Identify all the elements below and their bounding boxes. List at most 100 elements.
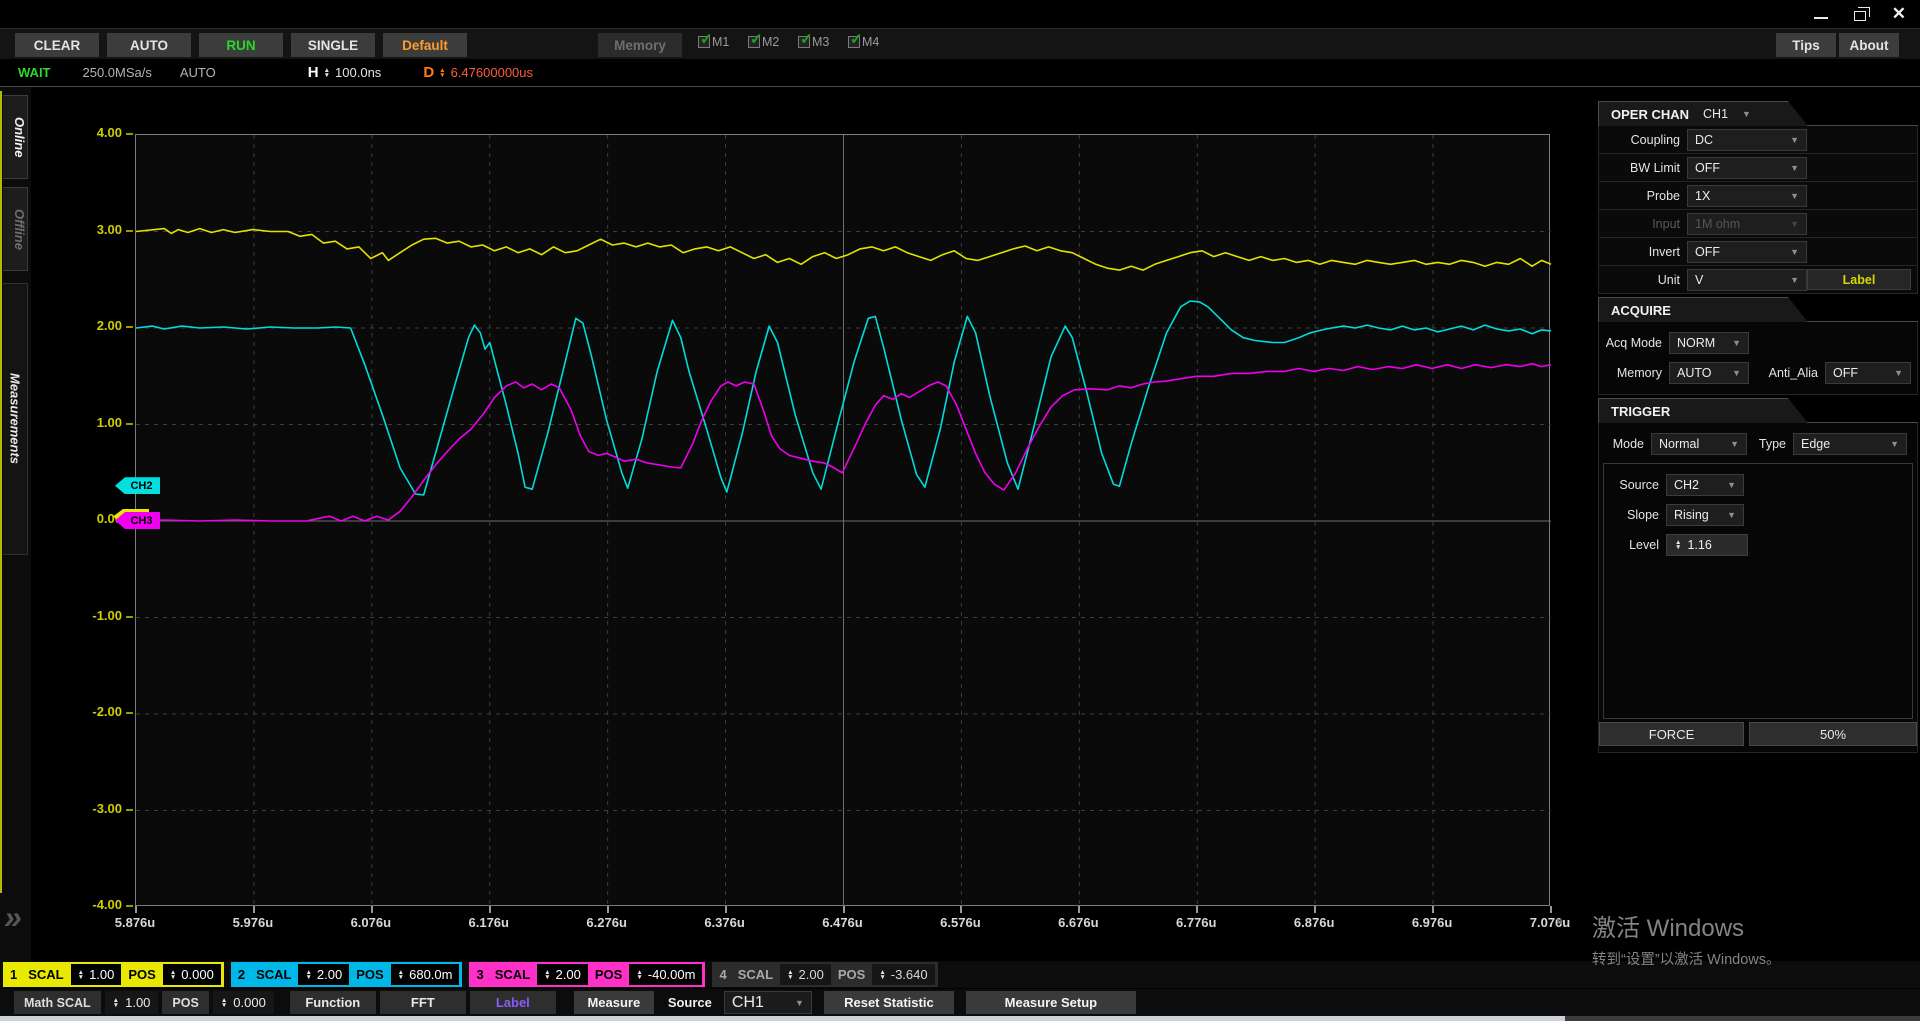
spin-control-icon[interactable]: ▲ ▼ bbox=[544, 969, 550, 981]
trigger-mode-select[interactable]: Normal ▼ bbox=[1651, 433, 1747, 455]
tab-offline[interactable]: Offline bbox=[3, 187, 28, 271]
y-tick-label: -4.00 bbox=[92, 897, 122, 912]
ch1-scale-input[interactable]: ▲ ▼ 1.00 bbox=[70, 964, 122, 985]
chevron-down-icon[interactable]: ▼ bbox=[1742, 109, 1751, 119]
run-button[interactable]: RUN bbox=[199, 33, 283, 57]
reset-statistic-button[interactable]: Reset Statistic bbox=[823, 991, 954, 1014]
measure-button[interactable]: Measure bbox=[573, 991, 654, 1014]
measure-source-select[interactable]: CH1 ▼ bbox=[723, 991, 812, 1014]
math-pos-input[interactable]: ▲ ▼ 0.000 bbox=[212, 991, 274, 1014]
default-button[interactable]: Default bbox=[383, 33, 467, 57]
m1-checkbox[interactable]: ✓ M1 bbox=[698, 31, 729, 49]
trigger-level-input[interactable]: ▲ ▼ 1.16 bbox=[1666, 534, 1748, 556]
anti-alias-value: OFF bbox=[1833, 366, 1858, 380]
right-control-panel: OPER CHAN CH1 ▼ Coupling DC ▼ BW Limit O… bbox=[1598, 101, 1918, 753]
trigger-type-select[interactable]: Edge ▼ bbox=[1793, 433, 1907, 455]
spin-control-icon[interactable]: ▲ ▼ bbox=[170, 969, 176, 981]
trigger-slope-value: Rising bbox=[1674, 508, 1709, 522]
ch1-pos-input[interactable]: ▲ ▼ 0.000 bbox=[162, 964, 221, 985]
spin-control-icon[interactable]: ▲ ▼ bbox=[324, 67, 330, 79]
chevron-down-icon: ▼ bbox=[1790, 134, 1799, 145]
memory-button[interactable]: Memory bbox=[598, 33, 682, 57]
bw-limit-value: OFF bbox=[1695, 160, 1720, 175]
probe-label: Probe bbox=[1646, 188, 1680, 203]
acq-mode-select[interactable]: NORM ▼ bbox=[1669, 332, 1749, 354]
spin-control-icon[interactable]: ▲ ▼ bbox=[439, 67, 445, 79]
spin-control-icon[interactable]: ▲ ▼ bbox=[221, 997, 227, 1009]
force-button[interactable]: FORCE bbox=[1599, 722, 1744, 746]
spin-control-icon[interactable]: ▲ ▼ bbox=[1675, 539, 1681, 551]
tab-measurements[interactable]: Measurements bbox=[3, 283, 28, 555]
ch2-scale-input[interactable]: ▲ ▼ 2.00 bbox=[298, 964, 350, 985]
acq-memory-select[interactable]: AUTO ▼ bbox=[1669, 362, 1749, 384]
x-tick-mark bbox=[252, 906, 255, 913]
ch2-pos-input[interactable]: ▲ ▼ 680.0m bbox=[390, 964, 460, 985]
tips-button[interactable]: Tips bbox=[1776, 33, 1836, 57]
ch4-scale-input[interactable]: ▲ ▼ 2.00 bbox=[780, 964, 831, 985]
ch1-number[interactable]: 1 bbox=[6, 967, 21, 982]
trigger-source-select[interactable]: CH2 ▼ bbox=[1666, 474, 1744, 496]
x-tick-label: 6.276u bbox=[586, 915, 627, 930]
measure-setup-button[interactable]: Measure Setup bbox=[965, 991, 1136, 1014]
invert-select[interactable]: OFF ▼ bbox=[1687, 240, 1807, 263]
ch3-pos-input[interactable]: ▲ ▼ -40.00m bbox=[629, 964, 703, 985]
spin-control-icon[interactable]: ▲ ▼ bbox=[78, 969, 84, 981]
spin-control-icon[interactable]: ▲ ▼ bbox=[398, 969, 404, 981]
m4-checkbox[interactable]: ✓ M4 bbox=[848, 31, 879, 49]
minimize-icon[interactable] bbox=[1813, 17, 1828, 19]
ch4-number[interactable]: 4 bbox=[715, 967, 730, 982]
spin-control-icon[interactable]: ▲ ▼ bbox=[787, 969, 793, 981]
channel-label-button[interactable]: Label bbox=[1807, 269, 1911, 290]
trigger-detail-box: Source CH2 ▼ Slope Rising ▼ Level ▲ ▼ 1.… bbox=[1603, 463, 1913, 719]
function-button[interactable]: Function bbox=[289, 991, 376, 1014]
acquire-tab: ACQUIRE bbox=[1598, 297, 1808, 322]
unit-select[interactable]: V ▼ bbox=[1687, 268, 1807, 291]
spin-control-icon[interactable]: ▲ ▼ bbox=[305, 969, 311, 981]
expand-panel-icon[interactable]: » bbox=[4, 899, 22, 936]
fft-button[interactable]: FFT bbox=[379, 991, 466, 1014]
probe-select[interactable]: 1X ▼ bbox=[1687, 184, 1807, 207]
trigger-slope-select[interactable]: Rising ▼ bbox=[1666, 504, 1744, 526]
clear-button[interactable]: CLEAR bbox=[15, 33, 99, 57]
anti-alias-label: Anti_Alia bbox=[1768, 366, 1818, 380]
bw-limit-select[interactable]: OFF ▼ bbox=[1687, 156, 1807, 179]
about-button[interactable]: About bbox=[1839, 33, 1899, 57]
ch3-number[interactable]: 3 bbox=[472, 967, 487, 982]
waveform-svg bbox=[135, 135, 1552, 907]
math-label-button[interactable]: Label bbox=[469, 991, 556, 1014]
single-button[interactable]: SINGLE bbox=[291, 33, 375, 57]
restore-icon[interactable] bbox=[1853, 6, 1870, 21]
tab-online[interactable]: Online bbox=[3, 95, 28, 179]
x-tick-label: 6.576u bbox=[940, 915, 981, 930]
toolbar: CLEAR AUTO RUN SINGLE Default Memory ✓ M… bbox=[0, 28, 1920, 59]
x-scroll-arrows-icon[interactable]: » bbox=[1556, 913, 1563, 928]
checkbox-icon: ✓ bbox=[798, 31, 813, 48]
coupling-select[interactable]: DC ▼ bbox=[1687, 128, 1807, 151]
oper-chan-title: OPER CHAN bbox=[1611, 106, 1690, 122]
probe-row: Probe 1X ▼ bbox=[1598, 182, 1918, 210]
m3-checkbox[interactable]: ✓ M3 bbox=[798, 31, 829, 49]
ch4-pos-input[interactable]: ▲ ▼ -3.640 bbox=[872, 964, 935, 985]
waveform-display[interactable]: CH3 CH2 bbox=[113, 134, 1552, 907]
anti-alias-select[interactable]: OFF ▼ bbox=[1825, 362, 1911, 384]
ch3-scale-input[interactable]: ▲ ▼ 2.00 bbox=[537, 964, 588, 985]
y-tick-mark bbox=[126, 229, 133, 232]
main-area: Online Offline Measurements » 4.00 3.00 2.… bbox=[0, 86, 1920, 962]
x-tick-label: 6.176u bbox=[468, 915, 509, 930]
chevron-down-icon: ▼ bbox=[1732, 338, 1741, 348]
fifty-percent-button[interactable]: 50% bbox=[1749, 722, 1917, 746]
spin-control-icon[interactable]: ▲ ▼ bbox=[879, 969, 885, 981]
spin-control-icon[interactable]: ▲ ▼ bbox=[636, 969, 642, 981]
chevron-down-icon: ▼ bbox=[1790, 190, 1799, 201]
ch2-number[interactable]: 2 bbox=[234, 967, 249, 982]
horizontal-scale-control[interactable]: H ▲ ▼ 100.0ns bbox=[308, 64, 382, 81]
m2-checkbox[interactable]: ✓ M2 bbox=[748, 31, 779, 49]
math-scale-input[interactable]: ▲ ▼ 1.00 bbox=[104, 991, 159, 1014]
probe-value: 1X bbox=[1695, 188, 1711, 203]
close-icon[interactable]: ✕ bbox=[1892, 5, 1906, 22]
delay-control[interactable]: D ▲ ▼ 6.47600000us bbox=[423, 64, 533, 81]
auto-button[interactable]: AUTO bbox=[107, 33, 191, 57]
spin-control-icon[interactable]: ▲ ▼ bbox=[113, 997, 119, 1009]
oper-chan-tab[interactable]: OPER CHAN CH1 ▼ bbox=[1598, 101, 1808, 126]
measure-source-label: Source bbox=[667, 995, 712, 1010]
